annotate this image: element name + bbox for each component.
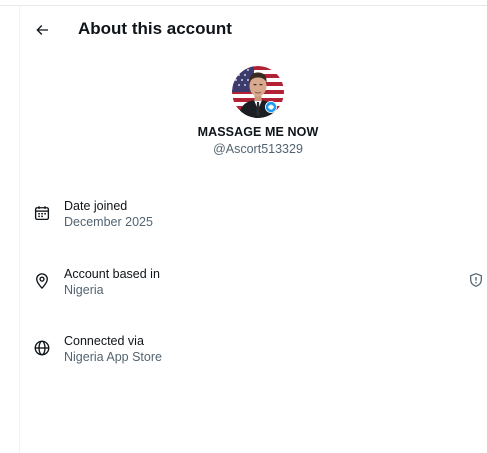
user-handle: @Ascort513329 xyxy=(213,142,303,156)
detail-row-connected-via: Connected via Nigeria App Store xyxy=(20,333,487,373)
avatar-container[interactable] xyxy=(232,66,284,118)
display-name: MASSAGE ME NOW xyxy=(197,125,319,139)
calendar-icon xyxy=(33,204,51,222)
location-pin-icon xyxy=(33,272,51,290)
detail-label: Account based in xyxy=(64,267,160,281)
detail-text: Account based in Nigeria xyxy=(64,266,160,298)
detail-text: Date joined December 2025 xyxy=(64,198,153,230)
shield-alert-icon[interactable] xyxy=(468,272,484,288)
profile-summary: MASSAGE ME NOW @Ascort513329 xyxy=(20,66,487,157)
page-title: About this account xyxy=(78,19,232,38)
detail-value: December 2025 xyxy=(64,215,153,229)
detail-row-date-joined: Date joined December 2025 xyxy=(20,198,487,238)
globe-icon xyxy=(33,339,51,357)
detail-value: Nigeria xyxy=(64,283,104,297)
detail-label: Connected via xyxy=(64,334,144,348)
detail-row-account-based-in: Account based in Nigeria xyxy=(20,266,487,306)
back-button[interactable] xyxy=(28,16,56,44)
detail-text: Connected via Nigeria App Store xyxy=(64,333,162,365)
detail-value: Nigeria App Store xyxy=(64,350,162,364)
page-header: About this account xyxy=(20,6,487,54)
verified-badge-icon xyxy=(265,101,277,113)
arrow-left-icon xyxy=(34,22,50,38)
about-account-panel: About this account MASSAGE ME NOW @Ascor… xyxy=(0,0,487,453)
detail-label: Date joined xyxy=(64,199,128,213)
